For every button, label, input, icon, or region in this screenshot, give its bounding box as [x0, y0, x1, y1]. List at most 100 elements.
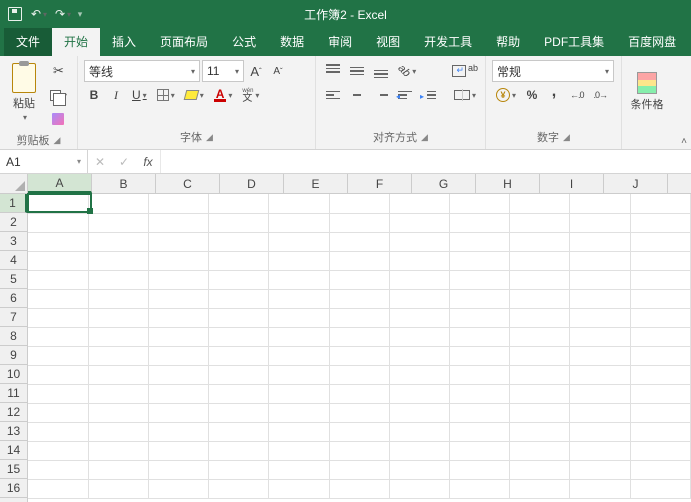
tab-developer[interactable]: 开发工具 — [412, 27, 484, 56]
format-painter-button[interactable] — [46, 108, 71, 130]
cell[interactable] — [510, 365, 570, 384]
cell[interactable] — [329, 460, 389, 479]
select-all-button[interactable] — [0, 174, 28, 194]
cell[interactable] — [630, 194, 690, 213]
collapse-ribbon-button[interactable]: ˄ — [681, 136, 687, 147]
row-header[interactable]: 9 — [0, 346, 27, 365]
cell[interactable] — [269, 251, 329, 270]
cell[interactable] — [389, 289, 449, 308]
cell[interactable] — [510, 346, 570, 365]
cell[interactable] — [269, 327, 329, 346]
cell[interactable] — [148, 251, 208, 270]
cell[interactable] — [329, 479, 389, 498]
dialog-launcher-icon[interactable]: ◢ — [206, 132, 213, 143]
cell[interactable] — [630, 479, 690, 498]
align-bottom-button[interactable] — [370, 60, 392, 82]
cell[interactable] — [209, 213, 269, 232]
cell[interactable] — [630, 422, 690, 441]
dialog-launcher-icon[interactable]: ◢ — [563, 132, 570, 143]
cell[interactable] — [450, 384, 510, 403]
cell[interactable] — [88, 213, 148, 232]
cell[interactable] — [88, 327, 148, 346]
cell[interactable] — [329, 213, 389, 232]
cell[interactable] — [209, 403, 269, 422]
cell[interactable] — [148, 384, 208, 403]
cell[interactable] — [269, 213, 329, 232]
cell[interactable] — [570, 384, 630, 403]
increase-indent-button[interactable] — [418, 84, 440, 106]
merge-center-button[interactable]: ▾ — [448, 84, 482, 106]
cell[interactable] — [209, 194, 269, 213]
align-middle-button[interactable] — [346, 60, 368, 82]
cell[interactable] — [570, 422, 630, 441]
cell[interactable] — [269, 365, 329, 384]
cell[interactable] — [630, 270, 690, 289]
cell[interactable] — [329, 384, 389, 403]
cell[interactable] — [269, 460, 329, 479]
decrease-indent-button[interactable] — [394, 84, 416, 106]
decrease-decimal-button[interactable]: .0→ — [590, 84, 612, 106]
cell[interactable] — [570, 194, 630, 213]
cell[interactable] — [269, 403, 329, 422]
cell[interactable] — [630, 441, 690, 460]
cell[interactable] — [389, 384, 449, 403]
cell[interactable] — [630, 308, 690, 327]
cell[interactable] — [450, 365, 510, 384]
tab-insert[interactable]: 插入 — [100, 27, 148, 56]
cell[interactable] — [148, 441, 208, 460]
row-header[interactable]: 5 — [0, 270, 27, 289]
cell[interactable] — [88, 403, 148, 422]
column-header[interactable]: B — [92, 174, 156, 193]
cell[interactable] — [329, 270, 389, 289]
tab-view[interactable]: 视图 — [364, 27, 412, 56]
cell[interactable] — [389, 213, 449, 232]
cell[interactable] — [329, 327, 389, 346]
cell[interactable] — [209, 308, 269, 327]
cell[interactable] — [389, 403, 449, 422]
cell[interactable] — [209, 251, 269, 270]
cell[interactable] — [389, 232, 449, 251]
cell[interactable] — [630, 384, 690, 403]
cell[interactable] — [329, 403, 389, 422]
cell[interactable] — [88, 289, 148, 308]
cell[interactable] — [88, 479, 148, 498]
column-header[interactable]: H — [476, 174, 540, 193]
cell[interactable] — [88, 441, 148, 460]
align-center-button[interactable] — [346, 84, 368, 106]
cell[interactable] — [209, 479, 269, 498]
font-size-combo[interactable]: 11▾ — [202, 60, 244, 82]
borders-button[interactable]: ▾ — [153, 84, 179, 106]
row-header[interactable]: 14 — [0, 441, 27, 460]
row-header[interactable]: 7 — [0, 308, 27, 327]
cell[interactable] — [450, 327, 510, 346]
cell[interactable] — [510, 422, 570, 441]
cell[interactable] — [389, 422, 449, 441]
cells-area[interactable] — [28, 194, 691, 502]
fill-color-button[interactable]: ▾ — [181, 84, 208, 106]
row-header[interactable]: 1 — [0, 194, 27, 213]
cell[interactable] — [630, 346, 690, 365]
cell[interactable] — [148, 327, 208, 346]
cell[interactable] — [570, 327, 630, 346]
cell[interactable] — [450, 479, 510, 498]
redo-button[interactable]: ↷▾ — [52, 3, 74, 25]
orientation-button[interactable]: ab▾ — [394, 60, 420, 82]
cell[interactable] — [148, 479, 208, 498]
formula-input[interactable] — [161, 150, 691, 173]
cell[interactable] — [269, 289, 329, 308]
row-header[interactable]: 4 — [0, 251, 27, 270]
cell[interactable] — [630, 213, 690, 232]
cell[interactable] — [88, 365, 148, 384]
cell[interactable] — [28, 403, 88, 422]
cell[interactable] — [28, 422, 88, 441]
cell[interactable] — [88, 422, 148, 441]
cell[interactable] — [389, 270, 449, 289]
cell[interactable] — [28, 308, 88, 327]
cell[interactable] — [510, 308, 570, 327]
column-header[interactable]: C — [156, 174, 220, 193]
cell[interactable] — [570, 403, 630, 422]
increase-decimal-button[interactable]: ←.0 — [566, 84, 588, 106]
cell[interactable] — [570, 346, 630, 365]
tab-baidu[interactable]: 百度网盘 — [616, 27, 688, 56]
cell[interactable] — [570, 441, 630, 460]
